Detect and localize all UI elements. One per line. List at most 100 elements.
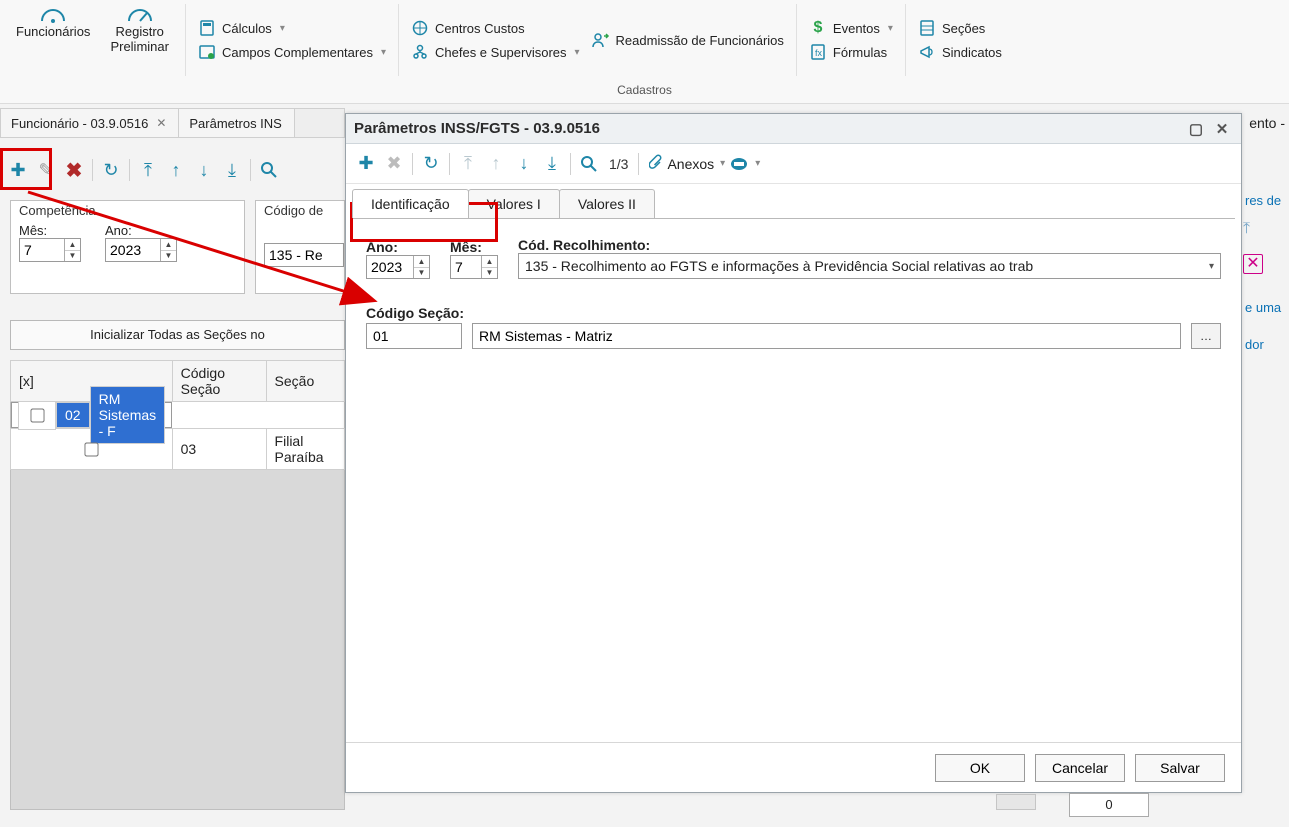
attachments-dropdown[interactable]: Anexos ▾ xyxy=(649,154,725,173)
spin-down-icon[interactable]: ▼ xyxy=(414,268,429,279)
col-secao[interactable]: Seção xyxy=(266,361,344,402)
doc-tab-parametros[interactable]: Parâmetros INS xyxy=(179,109,294,137)
ribbon-item-label: Campos Complementares xyxy=(222,45,373,60)
col-codigo[interactable]: Código Seção xyxy=(172,361,266,402)
edit-button[interactable]: ✎ xyxy=(32,156,60,184)
add-button[interactable]: ✚ xyxy=(4,156,32,184)
ok-button[interactable]: OK xyxy=(935,754,1025,782)
add-button[interactable]: ✚ xyxy=(352,150,380,178)
ano-input[interactable] xyxy=(106,241,160,259)
save-button[interactable]: Salvar xyxy=(1135,754,1225,782)
search-button[interactable] xyxy=(575,150,603,178)
close-icon[interactable]: ✕ xyxy=(1211,120,1233,138)
group-competencia: Competência Mês: ▲▼ Ano: ▲▼ xyxy=(10,200,245,294)
chevron-down-icon: ▾ xyxy=(381,47,386,58)
mes-input[interactable] xyxy=(451,258,481,276)
mes-spin[interactable]: ▲▼ xyxy=(450,255,498,279)
table-row[interactable]: 02 RM Sistemas - F xyxy=(11,402,172,428)
ribbon-item-label: Chefes e Supervisores xyxy=(435,45,567,60)
formula-icon: fx xyxy=(809,43,827,61)
employee-icon xyxy=(36,2,70,24)
tab-valores-1[interactable]: Valores I xyxy=(468,189,560,218)
table-row[interactable]: 03 Filial Paraíba xyxy=(11,429,345,470)
ribbon-item-label: Sindicatos xyxy=(942,45,1002,60)
ribbon-item-campos-complementares[interactable]: Campos Complementares ▾ xyxy=(198,43,386,61)
fields-icon xyxy=(198,43,216,61)
prev-button: ↑ xyxy=(482,150,510,178)
last-button[interactable]: ⤓ xyxy=(538,150,566,178)
ribbon-item-label: Cálculos xyxy=(222,21,272,36)
codigo-secao-desc[interactable] xyxy=(472,323,1181,349)
horizontal-scrollbar[interactable] xyxy=(996,794,1036,810)
cancel-button[interactable]: Cancelar xyxy=(1035,754,1125,782)
ribbon-item-secoes[interactable]: Seções xyxy=(918,19,1002,37)
first-icon[interactable]: ⤒ xyxy=(1243,220,1250,238)
tab-identificacao[interactable]: Identificação xyxy=(352,189,469,218)
right-panel-clip: res de ⤒ ✕ e uma dor xyxy=(1243,113,1289,813)
ribbon-item-formulas[interactable]: fx Fórmulas xyxy=(809,43,893,61)
megaphone-icon xyxy=(918,43,936,61)
last-button[interactable]: ⤓ xyxy=(218,156,246,184)
codigo-secao-input[interactable] xyxy=(366,323,462,349)
spin-up-icon[interactable]: ▲ xyxy=(482,256,497,268)
attachments-label: Anexos xyxy=(667,156,714,172)
modal-titlebar[interactable]: Parâmetros INSS/FGTS - 03.9.0516 ▢ ✕ xyxy=(346,114,1241,144)
delete-button: ✖ xyxy=(380,150,408,178)
ribbon-btn-funcionarios[interactable]: Funcionários xyxy=(6,0,100,80)
cod-recolhimento-select[interactable]: 135 - Recolhimento ao FGTS e informações… xyxy=(518,253,1221,279)
mes-input[interactable] xyxy=(20,241,64,259)
chevron-down-icon[interactable]: ▾ xyxy=(755,158,760,169)
spin-up-icon[interactable]: ▲ xyxy=(161,239,176,251)
codigo-secao-label: Código Seção: xyxy=(366,305,1221,321)
search-button[interactable] xyxy=(255,156,283,184)
close-box-icon[interactable]: ✕ xyxy=(1243,254,1263,274)
prev-button[interactable]: ↑ xyxy=(162,156,190,184)
cod-recolhimento-value: 135 - Recolhimento ao FGTS e informações… xyxy=(525,258,1209,274)
spin-down-icon[interactable]: ▼ xyxy=(482,268,497,279)
browse-button[interactable]: … xyxy=(1191,323,1221,349)
first-button[interactable]: ⤒ xyxy=(134,156,162,184)
row-checkbox[interactable] xyxy=(85,442,99,456)
ribbon-item-sindicatos[interactable]: Sindicatos xyxy=(918,43,1002,61)
close-icon[interactable]: ✕ xyxy=(156,116,166,130)
next-button[interactable]: ↓ xyxy=(510,150,538,178)
row-checkbox[interactable] xyxy=(30,408,44,422)
mes-spin[interactable]: ▲▼ xyxy=(19,238,81,262)
ribbon-btn-registro-preliminar[interactable]: Registro Preliminar xyxy=(100,0,179,80)
ano-label: Ano: xyxy=(366,239,430,255)
paperclip-icon xyxy=(649,154,663,173)
ano-spin[interactable]: ▲▼ xyxy=(366,255,430,279)
maximize-icon[interactable]: ▢ xyxy=(1185,120,1207,138)
ribbon-item-centros-custos[interactable]: Centros Custos xyxy=(411,19,580,37)
clip-link[interactable]: dor xyxy=(1243,335,1289,354)
modal-tabstrip: Identificação Valores I Valores II xyxy=(346,184,1241,218)
refresh-button[interactable]: ↻ xyxy=(97,156,125,184)
codigo-de-value[interactable] xyxy=(264,243,344,267)
mes-label: Mês: xyxy=(19,223,81,238)
ribbon-item-chefes-supervisores[interactable]: Chefes e Supervisores▾ xyxy=(411,43,580,61)
group-caption: Código de xyxy=(264,203,323,218)
spin-up-icon[interactable]: ▲ xyxy=(65,239,80,251)
ano-spin[interactable]: ▲▼ xyxy=(105,238,177,262)
refresh-button[interactable]: ↻ xyxy=(417,150,445,178)
ano-input[interactable] xyxy=(367,258,413,276)
spin-down-icon[interactable]: ▼ xyxy=(161,251,176,262)
ano-label: Ano: xyxy=(105,223,177,238)
ribbon-item-readmissao[interactable]: Readmissão de Funcionários xyxy=(592,31,784,49)
cell-secao: RM Sistemas - F xyxy=(90,386,166,444)
ribbon-item-eventos[interactable]: $ Eventos▾ xyxy=(809,19,893,37)
spin-down-icon[interactable]: ▼ xyxy=(65,251,80,262)
init-all-sections-button[interactable]: Inicializar Todas as Seções no xyxy=(10,320,345,350)
clip-link[interactable]: e uma xyxy=(1243,298,1289,317)
dollar-icon: $ xyxy=(809,19,827,37)
delete-button[interactable]: ✖ xyxy=(60,156,88,184)
doc-tab-funcionario[interactable]: Funcionário - 03.9.0516 ✕ xyxy=(1,109,179,137)
next-button[interactable]: ↓ xyxy=(190,156,218,184)
ribbon-item-calculos[interactable]: Cálculos▾ xyxy=(198,19,386,37)
ribbon-item-label: Seções xyxy=(942,21,985,36)
tab-valores-2[interactable]: Valores II xyxy=(559,189,655,218)
spin-up-icon[interactable]: ▲ xyxy=(414,256,429,268)
codigo-de-input[interactable] xyxy=(265,246,327,264)
processes-button[interactable] xyxy=(725,150,753,178)
mes-label: Mês: xyxy=(450,239,498,255)
